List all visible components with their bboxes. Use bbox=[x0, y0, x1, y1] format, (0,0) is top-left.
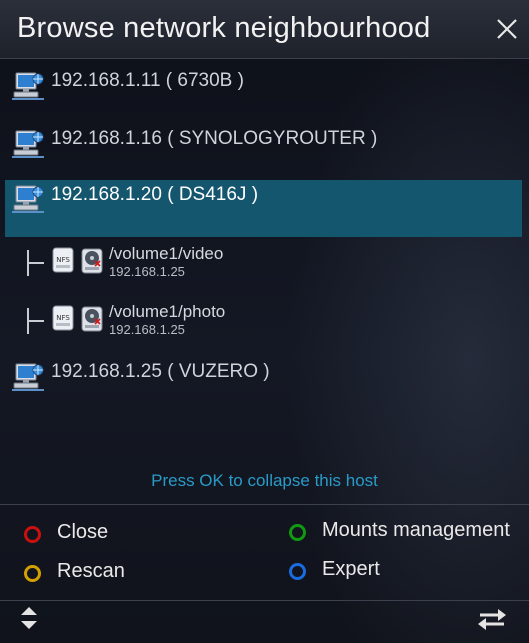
title-bar: Browse network neighbourhood bbox=[0, 0, 529, 59]
red-button-icon bbox=[24, 526, 41, 543]
divider bbox=[0, 600, 529, 601]
host-label: 192.168.1.25 ( VUZERO ) bbox=[51, 361, 270, 382]
share-path: /volume1/photo bbox=[109, 302, 226, 321]
hint-text: Press OK to collapse this host bbox=[151, 471, 378, 490]
network-computer-icon bbox=[12, 72, 44, 100]
expert-button-label: Expert bbox=[322, 558, 380, 580]
mounts-management-label: Mounts management bbox=[322, 519, 510, 541]
share-path: /volume1/video bbox=[109, 244, 224, 263]
network-computer-icon bbox=[12, 130, 44, 158]
nfs-icon: NFS bbox=[52, 247, 74, 273]
host-row-selected[interactable]: 192.168.1.20 ( DS416J ) bbox=[0, 180, 529, 237]
close-icon[interactable] bbox=[494, 16, 520, 42]
host-row[interactable]: 192.168.1.16 ( SYNOLOGYROUTER ) bbox=[0, 120, 529, 170]
host-label: 192.168.1.20 ( DS416J ) bbox=[51, 184, 259, 205]
host-label: 192.168.1.11 ( 6730B ) bbox=[51, 70, 244, 91]
tree-branch-icon bbox=[27, 250, 44, 276]
svg-text:NFS: NFS bbox=[56, 314, 70, 322]
host-label: 192.168.1.16 ( SYNOLOGYROUTER ) bbox=[51, 128, 378, 149]
share-row[interactable]: NFS /volume1/video 192.168.1.25 bbox=[0, 242, 529, 298]
share-ip: 192.168.1.25 bbox=[109, 264, 185, 279]
up-down-arrows-icon[interactable] bbox=[18, 606, 40, 630]
host-row[interactable]: 192.168.1.11 ( 6730B ) bbox=[0, 62, 529, 112]
tree-branch-icon bbox=[27, 308, 44, 334]
rescan-button-label: Rescan bbox=[57, 560, 125, 582]
share-ip: 192.168.1.25 bbox=[109, 322, 185, 337]
network-computer-icon bbox=[12, 363, 44, 391]
yellow-button-icon bbox=[24, 565, 41, 582]
network-drive-icon bbox=[81, 248, 103, 274]
swap-arrows-icon[interactable] bbox=[476, 608, 508, 630]
close-button-label: Close bbox=[57, 521, 109, 543]
network-drive-icon bbox=[81, 306, 103, 332]
blue-button-icon bbox=[289, 563, 306, 580]
svg-text:NFS: NFS bbox=[56, 256, 70, 264]
host-row[interactable]: 192.168.1.25 ( VUZERO ) bbox=[0, 353, 529, 403]
green-button-icon bbox=[289, 524, 306, 541]
nfs-icon: NFS bbox=[52, 305, 74, 331]
divider bbox=[0, 504, 529, 505]
network-computer-icon bbox=[12, 185, 44, 213]
share-row[interactable]: NFS /volume1/photo 192.168.1.25 bbox=[0, 300, 529, 356]
dialog-title: Browse network neighbourhood bbox=[17, 12, 431, 44]
browse-network-dialog: Browse network neighbourhood 192.168.1.1… bbox=[0, 0, 529, 643]
